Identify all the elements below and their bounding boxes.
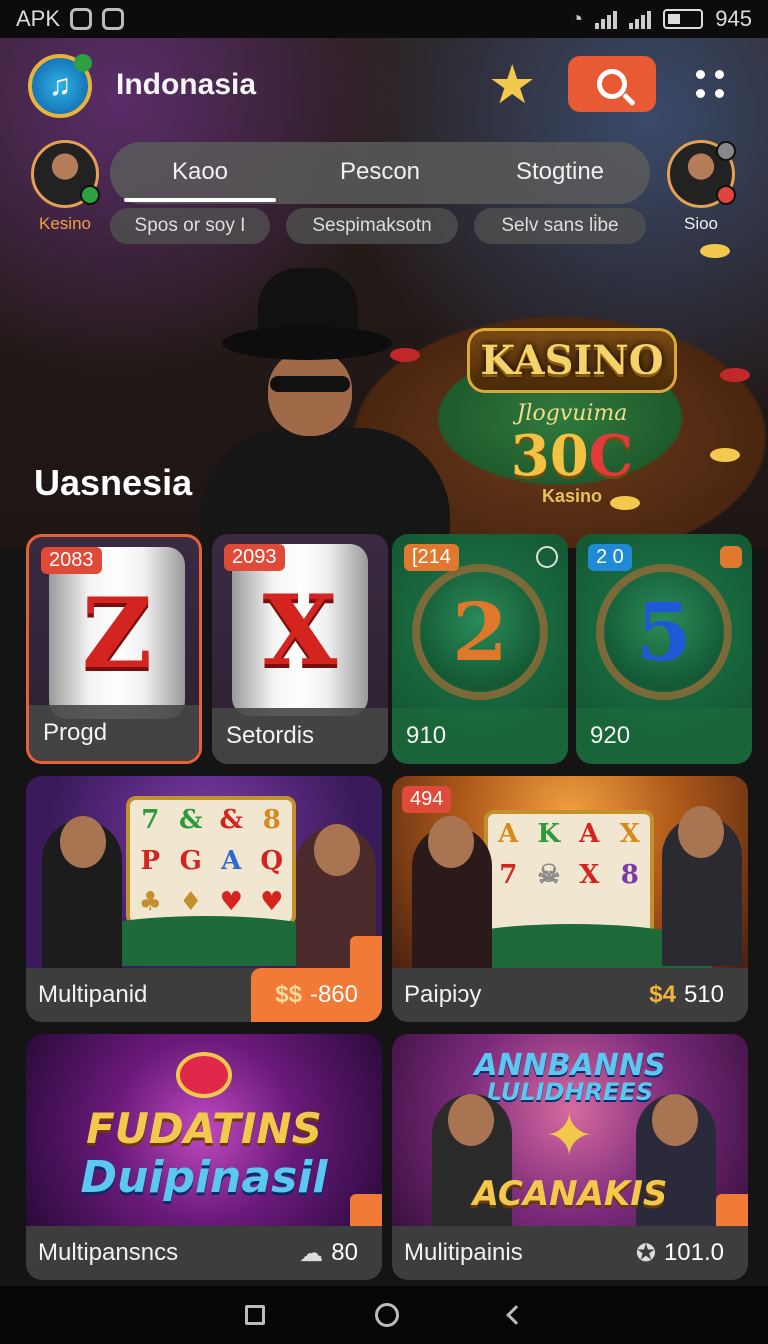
star-emblem-icon: ✦ <box>544 1102 595 1169</box>
filter-chip[interactable]: Selv sans li̇be <box>474 208 646 244</box>
dealer-figure <box>200 268 450 568</box>
tab-kaoo[interactable]: Kaoo <box>110 142 290 204</box>
avatar-left[interactable]: Kesino <box>20 140 110 234</box>
app-logo-icon[interactable]: ♫ <box>28 54 92 118</box>
wifi-icon: ◔ <box>569 6 584 31</box>
price-label[interactable]: ☁ 80 <box>275 1226 382 1280</box>
tile-badge: 2 0 <box>588 544 632 571</box>
battery-level: 945 <box>715 6 752 31</box>
chip-icon <box>710 448 740 462</box>
avatar-label: Sioo <box>683 214 719 233</box>
filter-chip[interactable]: Sespimaksotn <box>286 208 458 244</box>
chip-icon <box>610 496 640 510</box>
tile-title: 920 <box>576 708 752 764</box>
kasino-sign-number: 30C <box>510 423 634 489</box>
tile-badge: 2093 <box>224 544 285 571</box>
recents-icon[interactable] <box>245 1305 265 1325</box>
search-button[interactable] <box>568 56 656 112</box>
game-card[interactable]: 7 & & 8 PGAQ ♣ ♦ ♥ ♥ Multipanid $$ -860 <box>26 776 382 1022</box>
home-icon[interactable] <box>375 1303 399 1327</box>
star-icon[interactable]: ★ <box>488 58 536 112</box>
search-icon <box>597 69 627 99</box>
number-orb: 2 <box>412 564 548 700</box>
price-label[interactable]: ✪ 101.0 <box>612 1226 748 1280</box>
tag-icon[interactable] <box>720 546 742 568</box>
avatar <box>667 140 736 208</box>
avatar <box>31 140 100 208</box>
promo-subtitle: Duipinasil <box>80 1152 328 1203</box>
card-art: FUDATINS Duipinasil <box>26 1034 382 1226</box>
avatar-label: Kesino <box>39 214 91 233</box>
game-tile[interactable]: 2 [214 910 <box>392 534 568 764</box>
chip-icon <box>700 244 730 258</box>
app-notification-icon <box>102 8 125 30</box>
info-icon[interactable] <box>536 546 558 568</box>
tile-title: Setordis <box>212 708 388 764</box>
price-label[interactable]: $4 510 <box>625 968 748 1022</box>
game-tile[interactable]: X 2093 Setordis <box>212 534 388 764</box>
notification-icon <box>70 8 93 30</box>
kasino-sign-title: KASINO <box>467 328 677 393</box>
game-card[interactable]: ANNBANNS LULIDHREES ✦ ACANAKIS Mulitipai… <box>392 1034 748 1280</box>
card-badge: 494 <box>402 786 452 813</box>
game-tile[interactable]: Z 2083 Progd <box>26 534 202 764</box>
section-title: Uasnesia <box>34 462 193 503</box>
signal-icon-2 <box>629 9 652 29</box>
filter-chips: Spos or soy I Sespimaksotn Selv sans li̇… <box>110 208 650 246</box>
avatar-right[interactable]: Sioo <box>656 140 746 234</box>
kasino-sign: KASINO Jlogvuima 30C Kasino <box>462 328 682 506</box>
game-card[interactable]: AKAX 7 ☠ X 8 494 Paipiɔy $4 510 <box>392 776 748 1022</box>
battery-icon <box>663 9 704 29</box>
kasino-sign-word: Kasino <box>541 486 602 506</box>
carrier-label: APK <box>16 6 61 31</box>
back-icon[interactable] <box>506 1305 526 1325</box>
tab-pescon[interactable]: Pescon <box>290 142 470 204</box>
signal-icon <box>595 9 618 29</box>
tile-title: Progd <box>29 705 199 761</box>
slot-panel: AKAX 7 ☠ X 8 <box>484 810 654 940</box>
system-nav-bar <box>0 1286 768 1344</box>
tab-stogtine[interactable]: Stogtine <box>470 142 650 204</box>
app-header: ♫ Indonasia ★ <box>0 50 768 120</box>
game-card[interactable]: FUDATINS Duipinasil Multipansncs ☁ 80 <box>26 1034 382 1280</box>
status-bar: APK ◔ 945 <box>0 0 768 38</box>
card-art: ANNBANNS LULIDHREES ✦ ACANAKIS <box>392 1034 748 1244</box>
slot-panel: 7 & & 8 PGAQ ♣ ♦ ♥ ♥ <box>126 796 296 926</box>
number-orb: 5 <box>596 564 732 700</box>
tag-icon[interactable] <box>350 1194 382 1226</box>
tile-badge: [214 <box>404 544 459 571</box>
promo-bottom: ACANAKIS <box>472 1174 668 1214</box>
tile-title: 910 <box>392 708 568 764</box>
card-art: 7 & & 8 PGAQ ♣ ♦ ♥ ♥ <box>26 776 382 976</box>
filter-chip[interactable]: Spos or soy I <box>110 208 270 244</box>
menu-button[interactable] <box>696 70 726 100</box>
game-tile[interactable]: 5 2 0 920 <box>576 534 752 764</box>
tag-icon[interactable] <box>716 1194 748 1226</box>
app-title: Indonasia <box>116 68 257 101</box>
heart-emblem-icon <box>176 1052 232 1098</box>
promo-title: FUDATINS <box>86 1104 322 1153</box>
price-button[interactable]: $$ -860 <box>251 968 382 1022</box>
tag-icon[interactable] <box>350 936 382 968</box>
tab-bar: Kaoo Pescon Stogtine <box>110 142 650 204</box>
tile-badge: 2083 <box>41 547 102 574</box>
chip-icon <box>720 368 750 382</box>
chip-icon <box>390 348 420 362</box>
